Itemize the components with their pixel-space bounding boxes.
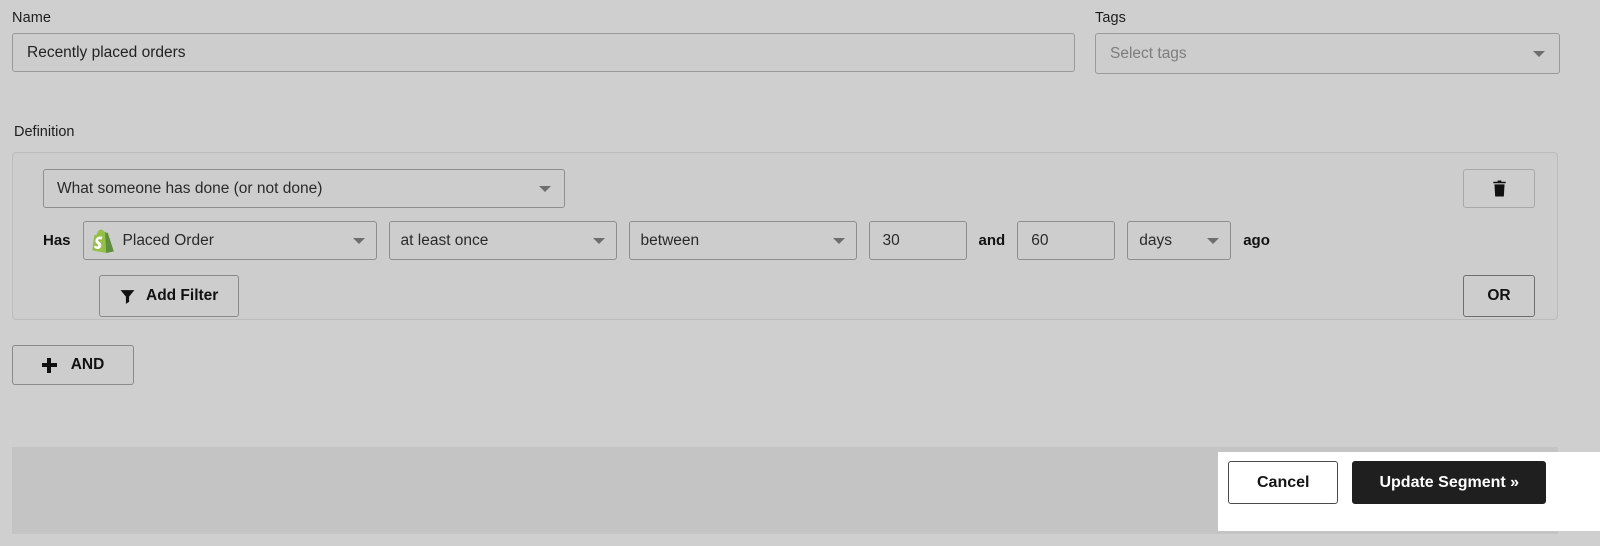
and-button-label: AND: [70, 356, 105, 373]
ago-suffix-label: ago: [1243, 232, 1270, 249]
value-from-input[interactable]: 30: [868, 221, 967, 260]
frequency-select[interactable]: at least once: [388, 221, 617, 260]
condition-type-value: What someone has done (or not done): [57, 179, 323, 197]
add-filter-button[interactable]: Add Filter: [99, 275, 240, 317]
and-joiner-label: and: [978, 232, 1006, 249]
chevron-down-icon: [1533, 50, 1545, 57]
condition-type-select[interactable]: What someone has done (or not done): [43, 169, 565, 208]
timeframe-select[interactable]: between: [628, 221, 857, 260]
has-label: Has: [43, 232, 71, 249]
update-segment-button[interactable]: Update Segment »: [1352, 461, 1547, 504]
plus-icon: [41, 357, 57, 373]
footer-actions: Cancel Update Segment »: [1228, 461, 1547, 504]
segment-editor-page: Name Recently placed orders Tags Select …: [0, 0, 1600, 546]
metric-select[interactable]: Placed Order: [82, 221, 377, 260]
trash-icon: [1492, 180, 1506, 197]
tags-label: Tags: [1095, 10, 1127, 26]
filter-funnel-icon: [120, 289, 135, 304]
condition-row: Has Placed Order at least once between 3…: [43, 221, 1270, 260]
chevron-down-icon: [592, 237, 605, 244]
or-button[interactable]: OR: [1463, 275, 1535, 317]
chevron-down-icon: [1207, 237, 1220, 244]
frequency-value: at least once: [400, 231, 489, 249]
tags-placeholder: Select tags: [1110, 44, 1187, 62]
time-unit-select[interactable]: days: [1127, 221, 1232, 260]
delete-condition-button[interactable]: [1463, 169, 1535, 208]
chevron-down-icon: [352, 237, 365, 244]
timeframe-value: between: [640, 231, 700, 249]
metric-value: Placed Order: [122, 231, 214, 249]
add-and-group-button[interactable]: AND: [12, 345, 134, 385]
value-to-input[interactable]: 60: [1017, 221, 1116, 260]
time-unit-value: days: [1139, 231, 1172, 249]
name-input[interactable]: Recently placed orders: [12, 33, 1075, 72]
add-filter-label: Add Filter: [146, 287, 219, 304]
top-fields-row: Name Recently placed orders Tags Select …: [12, 10, 1560, 74]
definition-panel: What someone has done (or not done) Has …: [12, 152, 1558, 320]
chevron-down-icon: [832, 237, 845, 244]
cancel-button[interactable]: Cancel: [1228, 461, 1339, 504]
condition-type-row: What someone has done (or not done): [43, 169, 565, 208]
tags-field-group: Tags Select tags: [1095, 10, 1560, 74]
tags-select[interactable]: Select tags: [1095, 33, 1560, 74]
name-field-group: Name Recently placed orders: [12, 10, 1075, 74]
chevron-down-icon: [539, 185, 551, 192]
definition-label: Definition: [14, 124, 75, 140]
shopify-icon: [91, 228, 114, 253]
name-label: Name: [12, 10, 52, 26]
